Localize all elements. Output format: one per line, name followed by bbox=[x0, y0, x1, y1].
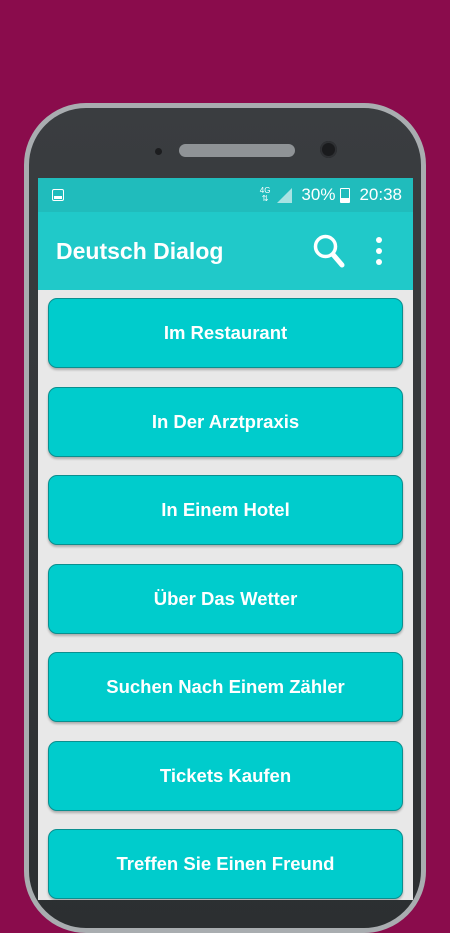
image-notification-icon bbox=[52, 189, 64, 201]
proximity-sensor bbox=[155, 148, 162, 155]
front-camera bbox=[320, 141, 337, 158]
dialog-list: Im Restaurant In Der Arztpraxis In Einem… bbox=[38, 290, 413, 899]
list-item-treffen-sie-einen-freund[interactable]: Treffen Sie Einen Freund bbox=[48, 829, 403, 899]
app-bar: Deutsch Dialog bbox=[38, 212, 413, 290]
list-item-im-restaurant[interactable]: Im Restaurant bbox=[48, 298, 403, 368]
app-title: Deutsch Dialog bbox=[56, 237, 224, 264]
more-vert-icon bbox=[376, 237, 382, 265]
network-arrows-icon: ⇅ bbox=[261, 194, 269, 203]
list-item-label: Im Restaurant bbox=[163, 322, 288, 343]
screen: 4G ⇅ 30% 20:38 Deutsch Dialog Im Restaur… bbox=[38, 178, 413, 900]
overflow-menu-button[interactable] bbox=[367, 231, 391, 271]
search-icon bbox=[313, 234, 345, 268]
signal-icon bbox=[277, 187, 293, 203]
list-item-label: Über Das Wetter bbox=[153, 587, 298, 609]
list-item-label: Suchen Nach Einem Zähler bbox=[106, 676, 345, 697]
clock: 20:38 bbox=[359, 185, 402, 204]
list-item-suchen-nach-einem-zahler[interactable]: Suchen Nach Einem Zähler bbox=[48, 652, 403, 722]
battery-icon bbox=[340, 187, 351, 203]
list-item-label: In Der Arztpraxis bbox=[151, 410, 300, 432]
speaker-grille bbox=[179, 144, 295, 157]
battery-percent: 30% bbox=[301, 185, 336, 204]
list-item-label: Treffen Sie Einen Freund bbox=[116, 853, 335, 874]
list-item-tickets-kaufen[interactable]: Tickets Kaufen bbox=[48, 740, 403, 811]
list-item-in-der-arztpraxis[interactable]: In Der Arztpraxis bbox=[48, 386, 403, 457]
list-item-label: Tickets Kaufen bbox=[159, 764, 292, 786]
list-item-uber-das-wetter[interactable]: Über Das Wetter bbox=[48, 563, 403, 634]
status-bar: 4G ⇅ 30% 20:38 bbox=[38, 178, 413, 212]
search-button[interactable] bbox=[309, 231, 349, 271]
list-item-label: In Einem Hotel bbox=[161, 499, 290, 520]
network-indicator: 4G ⇅ bbox=[260, 187, 271, 203]
list-item-in-einem-hotel[interactable]: In Einem Hotel bbox=[48, 475, 403, 545]
